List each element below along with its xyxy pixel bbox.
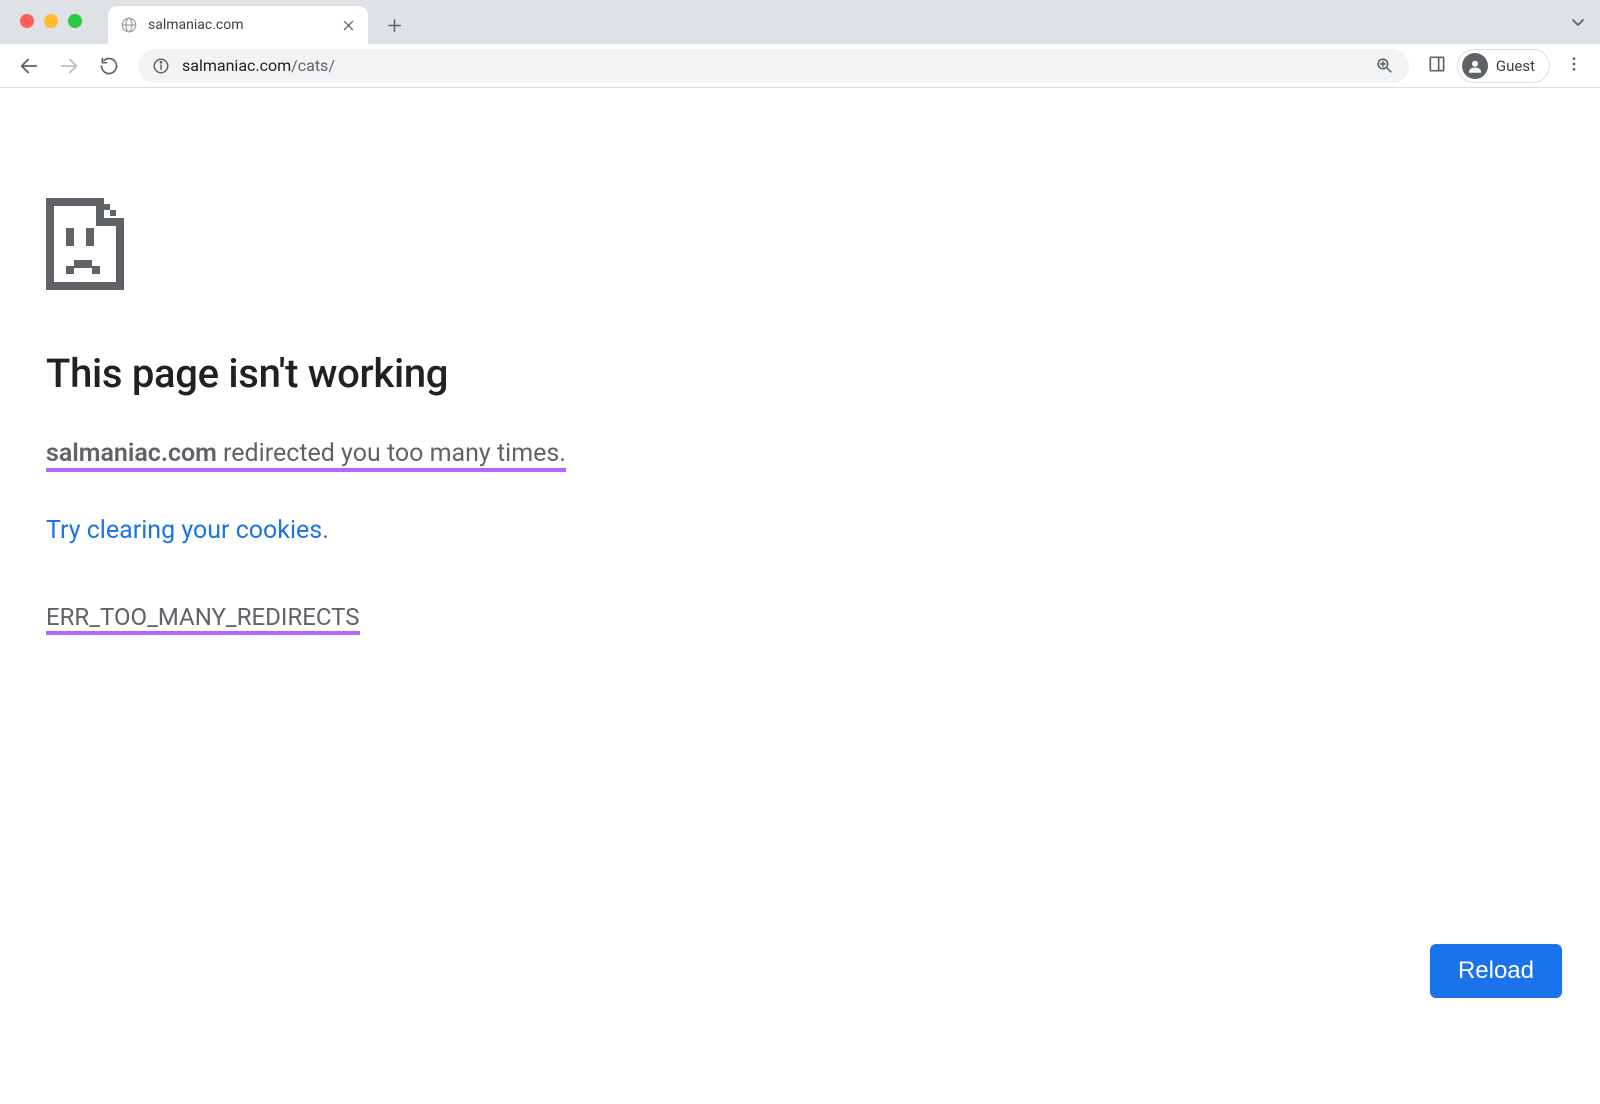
clear-cookies-link[interactable]: Try clearing your cookies: [46, 516, 322, 545]
back-button[interactable]: [12, 49, 46, 83]
error-code: ERR_TOO_MANY_REDIRECTS: [46, 603, 360, 635]
browser-tab-active[interactable]: salmaniac.com: [108, 6, 368, 44]
toolbar-right: Guest: [1421, 49, 1588, 83]
window-maximize-button[interactable]: [68, 14, 82, 28]
window-minimize-button[interactable]: [44, 14, 58, 28]
tabs-dropdown-button[interactable]: [1570, 14, 1586, 34]
reload-button[interactable]: Reload: [1430, 944, 1562, 998]
sad-document-icon: [46, 198, 124, 290]
window-close-button[interactable]: [20, 14, 34, 28]
error-domain: salmaniac.com: [46, 439, 217, 468]
error-page-content: This page isn't working salmaniac.com re…: [0, 88, 1600, 1104]
avatar-icon: [1462, 53, 1488, 79]
tab-title: salmaniac.com: [148, 17, 330, 33]
profile-label: Guest: [1496, 57, 1535, 75]
error-message: salmaniac.com redirected you too many ti…: [46, 439, 566, 472]
site-info-icon[interactable]: [152, 57, 170, 75]
tab-strip: salmaniac.com: [108, 0, 1600, 44]
url-text: salmaniac.com/cats/: [182, 56, 1363, 75]
zoom-icon[interactable]: [1375, 56, 1395, 76]
error-title: This page isn't working: [46, 350, 1554, 397]
profile-chip[interactable]: Guest: [1457, 49, 1550, 83]
window-controls: [20, 14, 82, 28]
cookies-suggestion: Try clearing your cookies.: [46, 516, 1554, 545]
period: .: [322, 516, 329, 545]
url-host: salmaniac.com: [182, 56, 291, 75]
menu-icon[interactable]: [1560, 55, 1588, 77]
forward-button[interactable]: [52, 49, 86, 83]
globe-icon: [120, 16, 138, 34]
url-path: /cats/: [291, 56, 335, 75]
toolbar: salmaniac.com/cats/ Guest: [0, 44, 1600, 88]
tab-strip-area: salmaniac.com: [0, 0, 1600, 44]
address-bar[interactable]: salmaniac.com/cats/: [138, 49, 1409, 83]
new-tab-button[interactable]: [378, 9, 410, 41]
error-redirect-text: redirected you too many times.: [217, 439, 566, 468]
close-tab-icon[interactable]: [340, 17, 356, 33]
side-panel-icon[interactable]: [1427, 54, 1447, 78]
reload-button-toolbar[interactable]: [92, 49, 126, 83]
